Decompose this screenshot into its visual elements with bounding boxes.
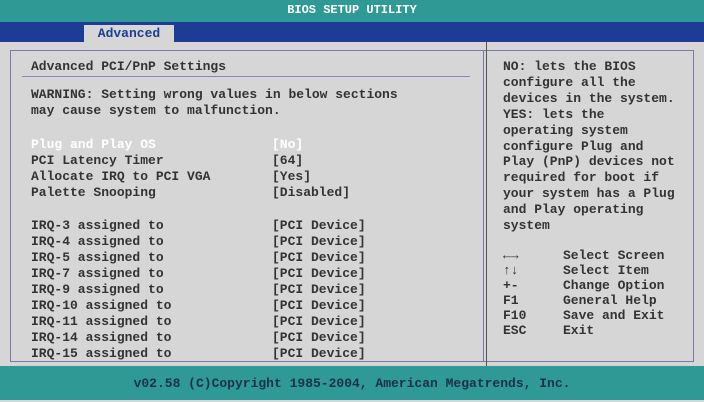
tab-strip: Advanced [0,22,704,42]
setting-label: Palette Snooping [31,185,156,200]
irq-value[interactable]: [PCI Device] [272,266,366,281]
irq-value[interactable]: [PCI Device] [272,330,366,345]
key-desc: Change Option [563,278,665,293]
key-name: F1 [503,293,519,308]
irq-label: IRQ-15 assigned to [31,346,172,361]
irq-label: IRQ-11 assigned to [31,314,172,329]
irq-label: IRQ-7 assigned to [31,266,164,281]
setting-label: Plug and Play OS [31,137,156,152]
section-divider [22,76,470,77]
app-title: BIOS SETUP UTILITY [287,3,417,17]
setting-value[interactable]: [64] [272,153,303,168]
irq-value[interactable]: [PCI Device] [272,218,366,233]
copyright-footer: v02.58 (C)Copyright 1985-2004, American … [0,366,704,400]
irq-value[interactable]: [PCI Device] [272,298,366,313]
irq-label: IRQ-14 assigned to [31,330,172,345]
irq-value[interactable]: [PCI Device] [272,250,366,265]
key-desc: Exit [563,323,595,338]
setting-value[interactable]: [Disabled] [272,185,350,200]
setting-value[interactable]: [Yes] [272,169,311,184]
setting-label: Allocate IRQ to PCI VGA [31,169,211,184]
warning-text: WARNING: Setting wrong values in below s… [31,87,398,118]
tab-advanced[interactable]: Advanced [84,25,174,42]
setting-value[interactable]: [No] [272,137,303,152]
irq-value[interactable]: [PCI Device] [272,314,366,329]
key-desc: Save and Exit [563,308,665,323]
irq-label: IRQ-3 assigned to [31,218,164,233]
irq-value[interactable]: [PCI Device] [272,282,366,297]
key-name: F10 [503,308,527,323]
key-name: +- [503,278,519,293]
key-name: ESC [503,323,527,338]
irq-label: IRQ-5 assigned to [31,250,164,265]
arrows-up-down-icon: ↑↓ [503,263,519,278]
irq-label: IRQ-4 assigned to [31,234,164,249]
irq-value[interactable]: [PCI Device] [272,346,366,361]
setting-label: PCI Latency Timer [31,153,164,168]
copyright-text: v02.58 (C)Copyright 1985-2004, American … [133,376,571,391]
key-desc: Select Screen [563,248,665,263]
irq-label: IRQ-9 assigned to [31,282,164,297]
key-desc: General Help [563,293,657,308]
arrows-left-right-icon: ←→ [503,248,519,263]
title-bar: BIOS SETUP UTILITY [0,0,704,22]
section-title: Advanced PCI/PnP Settings [31,59,227,74]
help-text: NO: lets the BIOS configure all the devi… [503,59,675,234]
irq-value[interactable]: [PCI Device] [272,234,366,249]
key-desc: Select Item [563,263,649,278]
irq-label: IRQ-10 assigned to [31,298,172,313]
panel-divider [486,42,487,366]
